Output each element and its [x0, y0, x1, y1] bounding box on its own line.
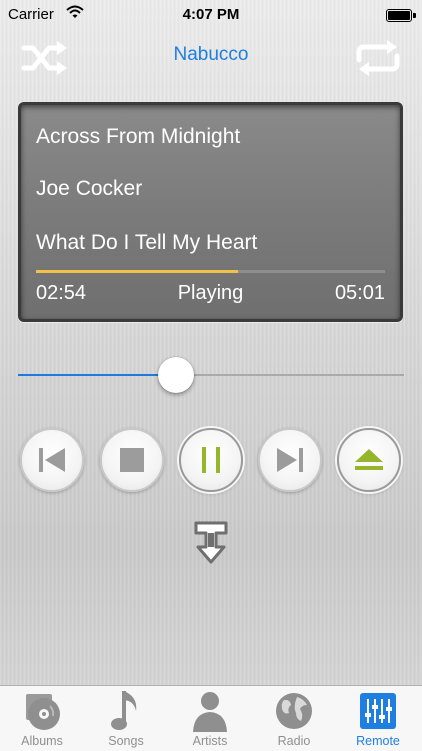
stop-icon	[120, 448, 144, 472]
tab-radio-label: Radio	[277, 734, 311, 748]
audio-output-icon	[194, 521, 228, 564]
repeat-icon	[356, 40, 400, 76]
track-progress-fill	[36, 270, 239, 273]
tab-songs-label: Songs	[108, 734, 144, 748]
total-time: 05:01	[334, 282, 385, 304]
now-playing-display: Across From Midnight Joe Cocker What Do …	[18, 102, 403, 322]
eject-button[interactable]	[337, 428, 401, 492]
volume-thumb[interactable]	[158, 357, 195, 393]
track-title: What Do I Tell My Heart	[36, 231, 258, 254]
volume-fill	[18, 374, 177, 376]
audio-output-button[interactable]	[188, 518, 234, 566]
tab-artists-label: Artists	[192, 734, 228, 748]
tab-songs[interactable]: Songs	[84, 686, 168, 751]
eject-icon	[355, 449, 383, 470]
album-name: Across From Midnight	[36, 125, 241, 148]
header: Nabucco	[0, 36, 422, 86]
status-bar: Carrier 4:07 PM	[0, 0, 422, 30]
battery-icon	[386, 9, 416, 22]
skip-previous-icon	[39, 448, 65, 472]
artist-name: Joe Cocker	[36, 177, 143, 200]
pause-button[interactable]	[179, 428, 243, 492]
transport-controls	[0, 428, 422, 494]
stop-button[interactable]	[100, 428, 164, 492]
tab-remote[interactable]: Remote	[336, 686, 420, 751]
artist-icon	[193, 692, 227, 732]
volume-slider[interactable]	[18, 355, 404, 395]
tab-artists[interactable]: Artists	[168, 686, 252, 751]
globe-icon	[276, 693, 312, 729]
tab-albums-label: Albums	[21, 734, 63, 748]
equalizer-icon	[360, 693, 396, 729]
repeat-button[interactable]	[350, 36, 406, 80]
pause-icon	[202, 447, 220, 473]
previous-button[interactable]	[20, 428, 84, 492]
tab-remote-label: Remote	[356, 734, 400, 748]
volume-track	[18, 374, 404, 376]
track-progress[interactable]	[36, 270, 385, 273]
tab-bar: Albums Songs Artists Radio Remote	[0, 685, 422, 751]
skip-next-icon	[277, 448, 303, 472]
tab-albums[interactable]: Albums	[0, 686, 84, 751]
music-note-icon	[111, 691, 137, 730]
status-time: 4:07 PM	[182, 6, 240, 23]
albums-icon	[26, 694, 60, 730]
next-button[interactable]	[258, 428, 322, 492]
tab-radio[interactable]: Radio	[252, 686, 336, 751]
